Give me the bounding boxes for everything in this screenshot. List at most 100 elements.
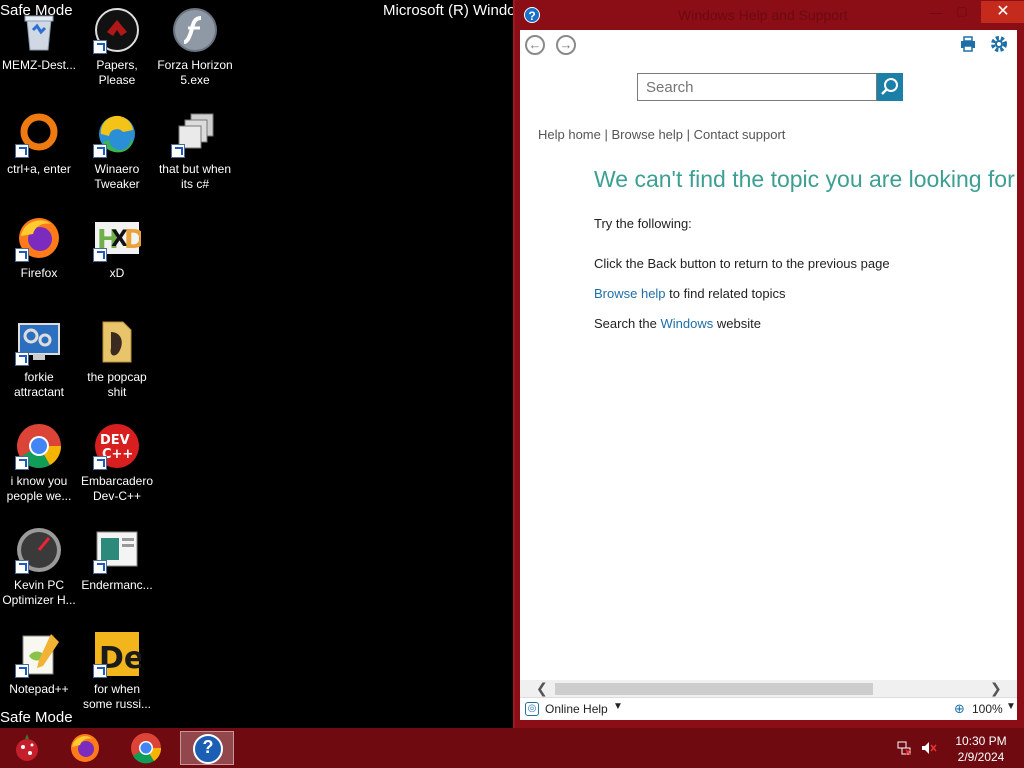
desktop-icon-label: Embarcadero Dev-C++ bbox=[80, 474, 154, 503]
speedometer-icon bbox=[15, 526, 63, 574]
desktop-icon-label: i know you people we... bbox=[6, 474, 72, 503]
desktop-icon-xd[interactable]: H X D xD bbox=[78, 214, 156, 281]
taskbar-help[interactable]: ? bbox=[180, 731, 234, 765]
desktop-icon-popcap[interactable]: the popcap shit bbox=[78, 318, 156, 400]
scrollbar-thumb[interactable] bbox=[555, 683, 873, 695]
desktop-icon-label: Notepad++ bbox=[9, 682, 69, 696]
desktop-icon-winaero[interactable]: Winaero Tweaker bbox=[78, 110, 156, 192]
help-window-titlebar[interactable]: ? Windows Help and Support — ▢ ✕ bbox=[515, 0, 1024, 30]
search-icon bbox=[881, 78, 898, 95]
browse-help-link[interactable]: Browse help bbox=[611, 127, 683, 142]
zoom-icon[interactable]: ⊕ bbox=[954, 701, 965, 717]
shortcut-arrow-icon bbox=[93, 664, 107, 678]
hxd-icon: H X D bbox=[93, 214, 146, 262]
desktop-icon-papers-please[interactable]: Papers, Please bbox=[78, 6, 156, 88]
taskbar-chrome[interactable] bbox=[119, 731, 173, 765]
desktop-icon-firefox[interactable]: Firefox bbox=[0, 214, 78, 281]
breadcrumb-separator: | bbox=[683, 127, 694, 142]
stacked-windows-icon bbox=[171, 110, 219, 158]
maximize-button[interactable]: ▢ bbox=[949, 4, 975, 22]
scroll-right-icon[interactable]: ❯ bbox=[990, 680, 1002, 697]
gear-monitor-icon bbox=[15, 318, 63, 366]
firefox-icon bbox=[71, 734, 99, 762]
shortcut-arrow-icon bbox=[93, 456, 107, 470]
network-icon[interactable] bbox=[897, 741, 911, 755]
shortcut-arrow-icon bbox=[15, 664, 29, 678]
desktop-icon-label: Firefox bbox=[20, 266, 58, 280]
zoom-level[interactable]: 100% bbox=[972, 702, 1003, 716]
help-home-link[interactable]: Help home bbox=[538, 127, 601, 142]
search-input[interactable] bbox=[637, 73, 877, 101]
desktop-icon-memz[interactable]: MEMZ-Dest... bbox=[0, 6, 78, 73]
dev-cpp-icon: DEV C++ bbox=[93, 422, 141, 470]
contact-support-link[interactable]: Contact support bbox=[694, 127, 786, 142]
search-windows-line: Search the Windows website bbox=[594, 316, 761, 331]
svg-text:D: D bbox=[124, 225, 141, 255]
back-button[interactable]: ← bbox=[525, 35, 545, 55]
shortcut-arrow-icon bbox=[15, 352, 29, 366]
desktop-icon-devcpp[interactable]: DEV C++ Embarcadero Dev-C++ bbox=[78, 422, 156, 504]
gear-icon[interactable] bbox=[990, 35, 1008, 53]
chevron-down-icon[interactable]: ▼ bbox=[613, 701, 623, 712]
try-following-text: Try the following: bbox=[594, 216, 692, 231]
safe-mode-label-bottom: Safe Mode bbox=[0, 709, 73, 726]
chevron-down-icon[interactable]: ▼ bbox=[1006, 701, 1016, 712]
desktop-icon-label: Endermanc... bbox=[81, 578, 153, 592]
help-window: ? Windows Help and Support — ▢ ✕ ← → Sea… bbox=[513, 0, 1024, 728]
flash-icon bbox=[171, 6, 219, 54]
shortcut-arrow-icon bbox=[15, 560, 29, 574]
shortcut-arrow-icon bbox=[93, 40, 107, 54]
desktop-icon-kevin[interactable]: Kevin PC Optimizer H... bbox=[0, 526, 78, 608]
desktop-icon-ctrl-a[interactable]: ctrl+a, enter bbox=[0, 110, 78, 177]
windows-website-link[interactable]: Windows bbox=[661, 316, 714, 331]
desktop-icon-label: the popcap shit bbox=[87, 370, 147, 399]
start-button[interactable] bbox=[10, 731, 44, 765]
desktop-icon-enderman[interactable]: Endermanc... bbox=[78, 526, 156, 593]
browse-help-inline-link[interactable]: Browse help bbox=[594, 286, 666, 301]
breadcrumb: Help home | Browse help | Contact suppor… bbox=[538, 127, 785, 142]
clock[interactable]: 10:30 PM 2/9/2024 bbox=[945, 733, 1017, 765]
desktop-icon-that-but[interactable]: that but when its c# bbox=[156, 110, 234, 192]
minimize-button[interactable]: — bbox=[923, 4, 949, 22]
ring-icon bbox=[15, 110, 63, 158]
desktop-icon-label: MEMZ-Dest... bbox=[2, 58, 76, 72]
svg-text:DEV: DEV bbox=[100, 433, 130, 448]
desktop-icon-label: xD bbox=[109, 266, 125, 280]
clock-time: 10:30 PM bbox=[955, 734, 1007, 748]
online-help-dropdown[interactable]: Online Help bbox=[545, 702, 608, 716]
shortcut-arrow-icon bbox=[93, 144, 107, 158]
window-title: Windows Help and Support bbox=[678, 7, 848, 23]
scroll-left-icon[interactable]: ❮ bbox=[536, 680, 548, 697]
desktop-icon-label: Winaero Tweaker bbox=[94, 162, 140, 191]
search-button[interactable] bbox=[877, 73, 903, 101]
print-icon[interactable] bbox=[960, 36, 976, 52]
desktop-icon-de[interactable]: De for when some russi... bbox=[78, 630, 156, 712]
de-icon: De bbox=[93, 630, 144, 678]
forward-button[interactable]: → bbox=[556, 35, 576, 55]
back-instruction-text: Click the Back button to return to the p… bbox=[594, 256, 890, 271]
build-watermark: Microsoft (R) Windo bbox=[383, 2, 513, 19]
taskbar-firefox[interactable] bbox=[58, 731, 112, 765]
desktop-icon-label: ctrl+a, enter bbox=[7, 162, 71, 176]
breadcrumb-separator: | bbox=[600, 127, 612, 142]
desktop-icon-label: Kevin PC Optimizer H... bbox=[2, 578, 76, 607]
status-bar: ◎ Online Help ▼ ⊕ 100% ▼ bbox=[520, 697, 1017, 720]
firefox-icon bbox=[15, 214, 63, 262]
desktop-icon-chrome[interactable]: i know you people we... bbox=[0, 422, 78, 504]
winaero-icon bbox=[93, 110, 141, 158]
shortcut-arrow-icon bbox=[15, 144, 29, 158]
help-glyph: ? bbox=[202, 737, 214, 757]
close-button[interactable]: ✕ bbox=[981, 1, 1024, 23]
shortcut-arrow-icon bbox=[171, 144, 185, 158]
folder-icon bbox=[93, 318, 141, 366]
taskbar: ? 10:30 PM 2/9/2024 bbox=[0, 728, 1024, 768]
chrome-icon bbox=[131, 733, 162, 764]
desktop-icon-label: for when some russi... bbox=[82, 682, 151, 711]
volume-muted-icon[interactable] bbox=[921, 741, 937, 755]
desktop-icon-notepadpp[interactable]: Notepad++ bbox=[0, 630, 78, 697]
desktop-icon-forza[interactable]: Forza Horizon 5.exe bbox=[156, 6, 234, 88]
search-suffix: website bbox=[713, 316, 761, 331]
clock-date: 2/9/2024 bbox=[957, 750, 1005, 764]
horizontal-scrollbar[interactable]: ❮ ❯ bbox=[520, 680, 1017, 697]
desktop-icon-forkie[interactable]: forkie attractant bbox=[0, 318, 78, 400]
